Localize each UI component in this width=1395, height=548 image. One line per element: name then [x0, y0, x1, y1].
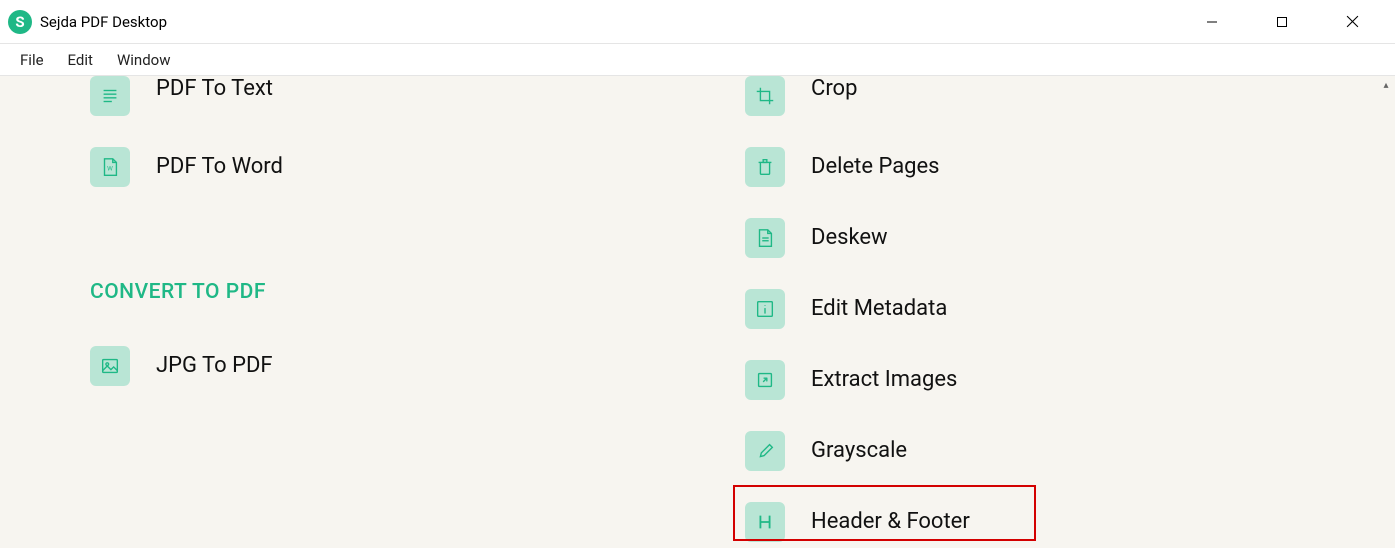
menubar: File Edit Window	[0, 44, 1395, 76]
maximize-button[interactable]	[1247, 0, 1317, 44]
window-controls	[1177, 0, 1387, 44]
tool-label: Extract Images	[811, 367, 957, 392]
tool-jpg-to-pdf[interactable]: JPG To PDF	[90, 330, 650, 401]
menu-window[interactable]: Window	[105, 47, 183, 73]
tool-label: PDF To Word	[156, 154, 283, 179]
trash-icon	[745, 147, 785, 187]
document-icon	[745, 218, 785, 258]
close-button[interactable]	[1317, 0, 1387, 44]
scrollbar[interactable]: ▴	[1377, 76, 1395, 548]
brush-icon	[745, 431, 785, 471]
tool-label: Grayscale	[811, 438, 907, 463]
tool-pdf-to-word[interactable]: W PDF To Word	[90, 131, 650, 202]
tool-grayscale[interactable]: Grayscale	[745, 415, 1395, 486]
menu-edit[interactable]: Edit	[56, 47, 105, 73]
tool-edit-metadata[interactable]: Edit Metadata	[745, 273, 1395, 344]
image-icon	[90, 346, 130, 386]
app-icon: S	[8, 10, 32, 34]
minimize-button[interactable]	[1177, 0, 1247, 44]
left-column: PDF To Text W PDF To Word CONVERT TO PDF…	[0, 76, 650, 548]
app-title: Sejda PDF Desktop	[40, 13, 167, 31]
titlebar: S Sejda PDF Desktop	[0, 0, 1395, 44]
section-header-convert: CONVERT TO PDF	[90, 280, 650, 304]
info-icon	[745, 289, 785, 329]
tool-label: JPG To PDF	[156, 353, 273, 378]
tool-label: PDF To Text	[156, 76, 273, 101]
menu-file[interactable]: File	[8, 47, 56, 73]
tool-label: Delete Pages	[811, 154, 940, 179]
svg-text:W: W	[107, 164, 113, 172]
highlight-box	[733, 485, 1036, 541]
text-lines-icon	[90, 76, 130, 116]
titlebar-left: S Sejda PDF Desktop	[8, 10, 167, 34]
word-doc-icon: W	[90, 147, 130, 187]
extract-icon	[745, 360, 785, 400]
tool-pdf-to-text[interactable]: PDF To Text	[90, 76, 650, 131]
tool-crop[interactable]: Crop	[745, 76, 1395, 131]
scroll-up-arrow-icon[interactable]: ▴	[1377, 76, 1395, 94]
right-column: Crop Delete Pages Deskew Edit Metadata E	[650, 76, 1395, 548]
tool-extract-images[interactable]: Extract Images	[745, 344, 1395, 415]
tool-label: Edit Metadata	[811, 296, 947, 321]
tool-delete-pages[interactable]: Delete Pages	[745, 131, 1395, 202]
tool-deskew[interactable]: Deskew	[745, 202, 1395, 273]
crop-icon	[745, 76, 785, 116]
tool-label: Crop	[811, 76, 857, 101]
tool-label: Deskew	[811, 225, 888, 250]
content-area: PDF To Text W PDF To Word CONVERT TO PDF…	[0, 76, 1395, 548]
